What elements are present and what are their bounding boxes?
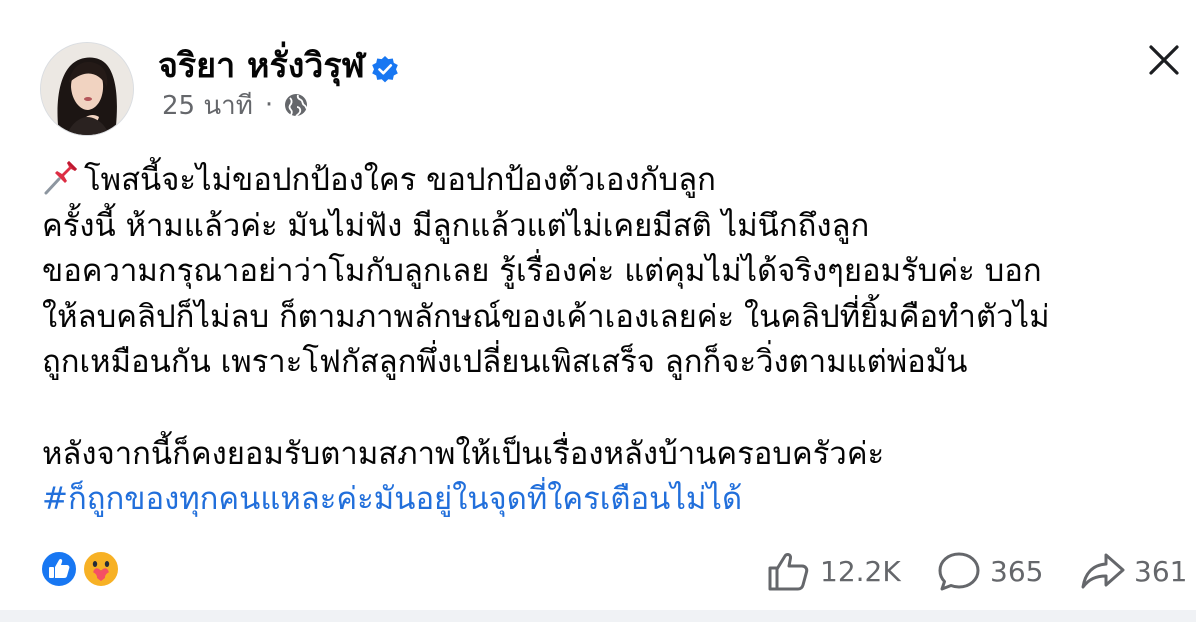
comment-icon (938, 552, 980, 591)
like-button[interactable]: 12.2K (766, 550, 901, 592)
card-bottom-border (0, 610, 1196, 622)
post-text: โพสนี้จะไม่ขอปกป้องใคร ขอปกป้องตัวเองกับ… (42, 158, 1172, 523)
share-count: 361 (1134, 554, 1188, 588)
avatar[interactable] (40, 42, 134, 136)
post-text-line: โพสนี้จะไม่ขอปกป้องใคร ขอปกป้องตัวเองกับ… (42, 158, 1172, 204)
close-icon (1149, 45, 1179, 75)
like-count: 12.2K (820, 554, 901, 588)
thumbs-up-icon (768, 552, 809, 591)
reaction-summary[interactable] (40, 550, 124, 590)
like-icon (40, 550, 78, 588)
post-timestamp[interactable]: 25 นาที (162, 85, 253, 126)
globe-icon[interactable] (283, 92, 309, 118)
author-name[interactable]: จริยา หรั่งวิรุฬ (158, 44, 365, 88)
post-text-line: ขอความกรุณาอย่าว่าโมกับลูกเลย รู้เรื่องค… (42, 253, 1042, 290)
post-meta: 25 นาที · (162, 88, 309, 122)
closing-line: หลังจากนี้ก็คงยอมรับตามสภาพให้เป็นเรื่อง… (42, 435, 885, 472)
comment-count: 365 (990, 554, 1044, 588)
post-card: จริยา หรั่งวิรุฬ 25 นาที · โพสนี้จะไม่ขอ… (0, 0, 1196, 622)
post-text-line: ถูกเหมือนกัน เพราะโฟกัสลูกพึ่งเปลี่ยนเพิ… (42, 344, 968, 381)
paragraph-break (42, 386, 1172, 432)
close-button[interactable] (1142, 38, 1186, 82)
comment-button[interactable]: 365 (936, 550, 1043, 592)
verified-badge-icon (372, 56, 398, 83)
pushpin-icon (44, 161, 77, 195)
share-arrow-icon (1081, 553, 1125, 589)
meta-separator: · (264, 90, 274, 120)
share-button[interactable]: 361 (1080, 550, 1187, 592)
post-text-line: ครั้งนี้ ห้ามแล้วค่ะ มันไม่ฟัง มีลูกแล้ว… (42, 207, 870, 244)
care-icon (82, 550, 120, 588)
hashtag-link[interactable]: #ก็ถูกของทุกคนแหละค่ะมันอยู่ในจุดที่ใครเ… (42, 477, 1172, 523)
avatar-photo (41, 43, 133, 135)
post-text-line: ให้ลบคลิปก็ไม่ลบ ก็ตามภาพลักษณ์ของเค้าเอ… (42, 298, 1050, 335)
